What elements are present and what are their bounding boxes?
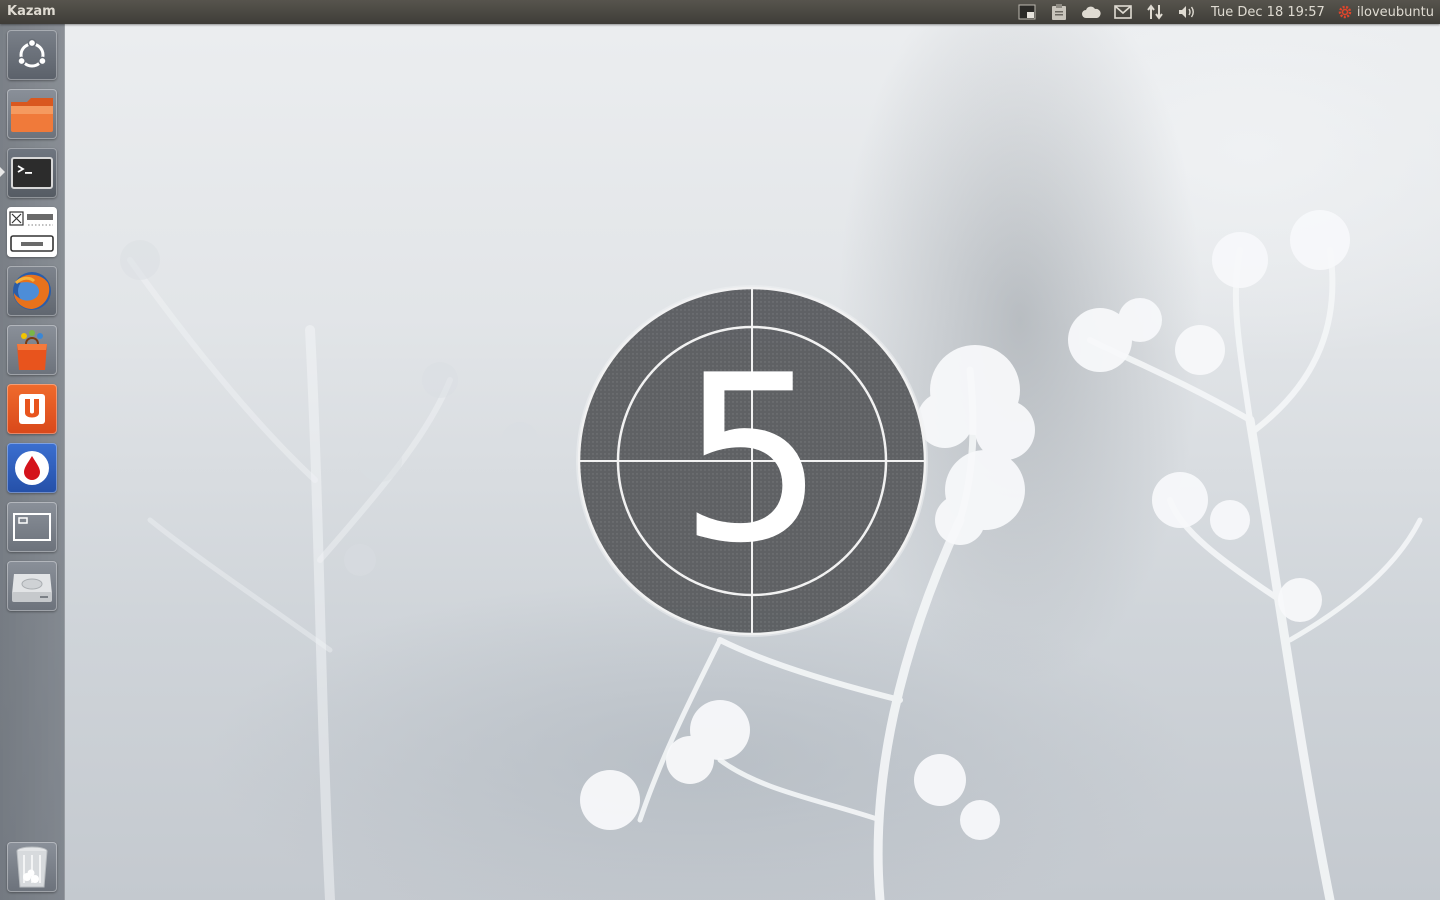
network-icon[interactable] — [1139, 0, 1171, 24]
firefox-icon — [13, 272, 51, 310]
user-name: iloveubuntu — [1356, 4, 1434, 20]
session-menu[interactable]: iloveubuntu — [1337, 4, 1440, 20]
active-indicator — [0, 167, 5, 177]
mail-icon[interactable] — [1107, 0, 1139, 24]
launcher-drive[interactable] — [7, 561, 57, 611]
drop-icon — [15, 451, 49, 485]
clipboard-icon[interactable] — [1043, 0, 1075, 24]
countdown-overlay: 5 — [575, 284, 929, 638]
launcher-terminal[interactable] — [7, 148, 57, 198]
ubuntu-one-icon — [19, 394, 45, 424]
workspace-icon[interactable] — [1011, 0, 1043, 24]
launcher-software-center[interactable] — [7, 325, 57, 375]
launcher-ubuntu-one[interactable] — [7, 384, 57, 434]
launcher-drop[interactable] — [7, 443, 57, 493]
hard-drive-icon — [12, 574, 52, 602]
folder-icon — [11, 98, 53, 132]
indicator-area: Tue Dec 18 19:57 iloveubuntu — [1011, 0, 1440, 24]
launcher-files[interactable] — [7, 89, 57, 139]
countdown-number: 5 — [678, 327, 826, 594]
workspace-switcher-icon — [13, 513, 51, 541]
trash-icon — [16, 846, 48, 888]
launcher-ui-designer[interactable] — [7, 207, 57, 257]
launcher-workspaces[interactable] — [7, 502, 57, 552]
app-title[interactable]: Kazam — [7, 4, 56, 19]
cloud-icon[interactable] — [1075, 0, 1107, 24]
terminal-icon — [11, 157, 53, 189]
top-panel: Kazam Tue Dec 18 19:57 iloveubuntu — [0, 0, 1440, 24]
launcher-dash-home[interactable] — [7, 30, 57, 80]
shopping-bag-icon — [17, 330, 47, 370]
volume-icon[interactable] — [1171, 0, 1203, 24]
launcher-trash[interactable] — [7, 842, 57, 892]
ubuntu-logo-icon — [17, 38, 47, 68]
clock[interactable]: Tue Dec 18 19:57 — [1203, 5, 1337, 20]
launcher — [0, 24, 65, 900]
session-gear-icon — [1338, 5, 1352, 19]
ui-designer-icon — [9, 211, 54, 252]
launcher-firefox[interactable] — [7, 266, 57, 316]
